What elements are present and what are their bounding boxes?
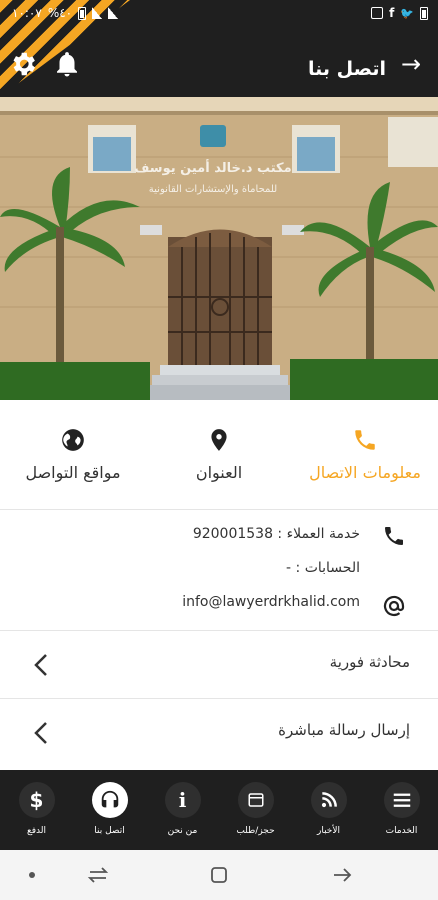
dot-icon[interactable] (20, 863, 44, 887)
office-sign-subtitle: للمحاماة والإستشارات القانونية (149, 184, 277, 195)
globe-icon (62, 429, 84, 451)
recent-apps-icon[interactable] (86, 863, 110, 887)
bottom-navigation: $ الدفع اتصل بنا i من نحن حجز/طلب الأخبا… (0, 770, 438, 850)
at-sign-icon[interactable] (382, 594, 406, 618)
live-chat-label: محادثة فورية (329, 653, 410, 671)
status-bar: ١٠:٠٧ %٤٠ f 🐦 (0, 0, 438, 28)
tab-social-links-label: مواقع التواصل (25, 463, 121, 482)
sim-icon (420, 6, 428, 20)
nav-booking-label: حجز/طلب (236, 826, 275, 836)
back-button-icon[interactable] (330, 863, 354, 887)
phone-icon[interactable] (382, 524, 406, 548)
gallery-notification-icon (371, 7, 384, 19)
contact-tabs: معلومات الاتصال العنوان مواقع التواصل (0, 400, 438, 510)
chevron-left-icon (34, 722, 47, 744)
live-chat-row[interactable]: محادثة فورية (0, 631, 438, 699)
dollar-icon: $ (29, 788, 44, 812)
nav-services-label: الخدمات (385, 826, 418, 836)
signal-icon (92, 7, 103, 19)
phone-icon (355, 430, 375, 450)
tab-address-label: العنوان (195, 463, 243, 482)
nav-about-us[interactable]: i من نحن (146, 770, 219, 850)
tab-contact-info[interactable]: معلومات الاتصال (292, 400, 438, 509)
direct-message-row[interactable]: إرسال رسالة مباشرة (0, 699, 438, 770)
home-button-icon[interactable] (207, 863, 231, 887)
nav-services[interactable]: الخدمات (365, 770, 438, 850)
system-navigation-bar (0, 850, 438, 900)
page-title: اتصل بنا (308, 58, 386, 80)
info-icon: i (178, 788, 187, 812)
status-time: ١٠:٠٧ (12, 6, 42, 20)
facebook-notification-icon: f (389, 6, 395, 20)
contact-us-screen: ١٠:٠٧ %٤٠ f 🐦 اتصل بنا → مكتب د.خالد أمي… (0, 0, 438, 900)
back-arrow-icon[interactable]: → (396, 49, 426, 79)
nav-booking[interactable]: حجز/طلب (219, 770, 292, 850)
chevron-left-icon (34, 654, 47, 676)
accounts-phone: الحسابات : - (286, 560, 360, 576)
customer-service-phone[interactable]: خدمة العملاء : 920001538 (193, 526, 360, 542)
tab-address[interactable]: العنوان (146, 400, 292, 509)
twitter-notification-icon: 🐦 (400, 6, 414, 20)
office-building-image: مكتب د.خالد أمين يوسف للمحاماة والإستشار… (0, 97, 438, 400)
nav-contact-us[interactable]: اتصل بنا (73, 770, 146, 850)
battery-icon (78, 6, 87, 20)
nav-payment-label: الدفع (26, 826, 47, 836)
signal-icon-2 (108, 7, 119, 19)
office-sign-name: مكتب د.خالد أمين يوسف (134, 159, 291, 176)
contact-info-section: خدمة العملاء : 920001538 الحسابات : - in… (0, 510, 438, 631)
menu-icon (393, 793, 410, 807)
nav-news-label: الأخبار (316, 826, 340, 836)
app-header: ١٠:٠٧ %٤٠ f 🐦 اتصل بنا → (0, 0, 438, 97)
gear-icon[interactable] (8, 49, 38, 79)
rss-icon (321, 792, 337, 808)
nav-about-us-label: من نحن (167, 826, 198, 836)
direct-message-label: إرسال رسالة مباشرة (278, 721, 410, 739)
headset-icon (101, 790, 118, 808)
nav-news[interactable]: الأخبار (292, 770, 365, 850)
location-pin-icon (211, 429, 227, 451)
booking-icon (248, 793, 263, 807)
email-address[interactable]: info@lawyerdrkhalid.com (182, 594, 360, 610)
tab-contact-info-label: معلومات الاتصال (309, 463, 421, 482)
bell-icon[interactable] (52, 49, 82, 79)
battery-percent: %٤٠ (47, 6, 73, 20)
nav-payment[interactable]: $ الدفع (0, 770, 73, 850)
nav-contact-us-label: اتصل بنا (94, 826, 125, 836)
tab-social-links[interactable]: مواقع التواصل (0, 400, 146, 509)
